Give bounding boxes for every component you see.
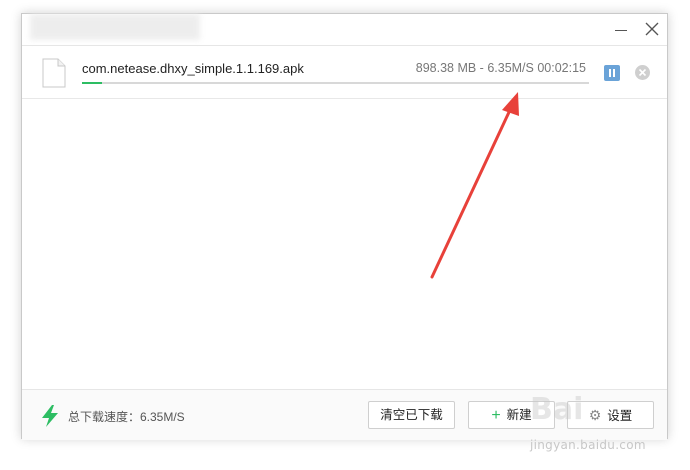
lightning-icon — [42, 405, 58, 427]
settings-label: 设置 — [607, 409, 633, 423]
screenshot-stage: com.netease.dhxy_simple.1.1.169.apk 898.… — [0, 0, 690, 470]
plus-icon: + — [491, 407, 501, 424]
clear-downloaded-label: 清空已下载 — [380, 408, 443, 422]
total-speed-label: 总下载速度：6.35M/S — [68, 410, 185, 424]
download-manager-window: com.netease.dhxy_simple.1.1.169.apk 898.… — [21, 13, 668, 440]
annotation-arrow — [430, 92, 519, 279]
watermark-text: jingyan.baidu.com — [530, 438, 646, 452]
gear-icon: ⚙ — [588, 407, 602, 423]
watermark-logo: Bai — [530, 392, 584, 427]
new-download-label: 新建 — [506, 408, 532, 422]
clear-downloaded-button[interactable]: 清空已下载 — [368, 401, 455, 429]
